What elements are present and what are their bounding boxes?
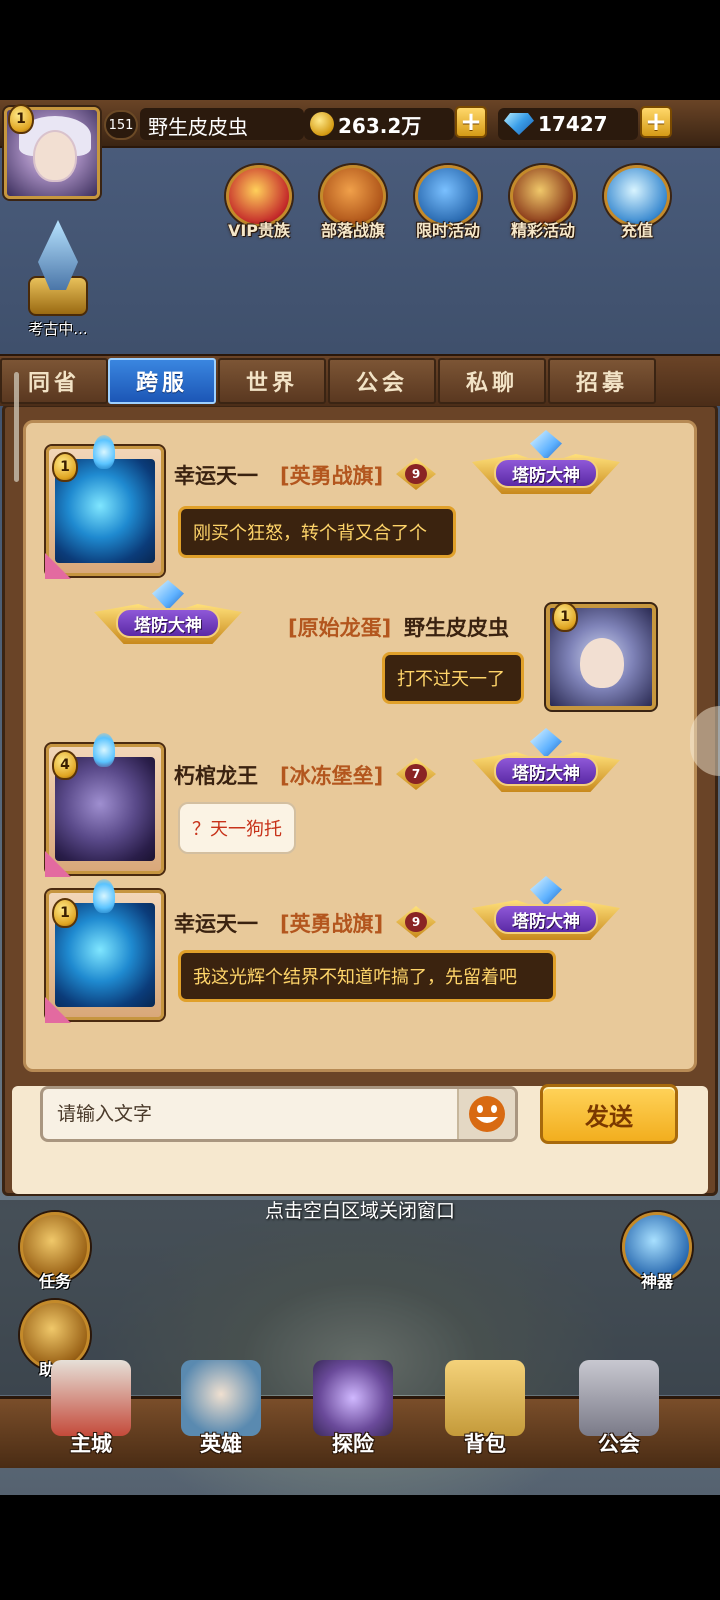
send-button[interactable]: 发送 [540,1084,678,1144]
vip-nobility-button[interactable]: VIP贵族 [214,165,304,245]
gems-amount: 17427 [538,112,608,136]
task-button[interactable]: 任务 [16,1212,94,1296]
nav-backpack-label: 背包 [464,1432,506,1456]
gold-display: 263.2万 [304,108,454,140]
nav-heroes[interactable]: 英雄 [166,1360,276,1466]
tab-recruit[interactable]: 招募 [548,358,656,404]
chat-input[interactable] [40,1086,518,1142]
featured-event-button[interactable]: 精彩活动 [498,165,588,245]
nav-explore-label: 探险 [332,1432,374,1456]
hero-icon [181,1360,261,1436]
spirit-flame-icon [93,733,115,767]
nav-main-city[interactable]: 主城 [36,1360,146,1466]
title-badge: 塔防大神 [472,728,620,806]
vip-level: 9 [405,912,427,932]
sender-rank-badge: 1 [52,898,78,928]
crystal-icon [530,876,562,906]
title-text: 塔防大神 [494,904,598,934]
vip-level: 9 [405,464,427,484]
gold-coin-icon [310,112,334,136]
task-label: 任务 [38,1272,71,1291]
tribe-banner-label: 部落战旗 [320,221,385,240]
gold-amount: 263.2万 [338,113,422,138]
archaeology-button[interactable]: 考古中... [8,220,108,350]
message-bubble[interactable]: 打不过天一了 [382,652,524,704]
sender-name[interactable]: 幸运天一 [174,908,258,938]
nav-heroes-label: 英雄 [200,1432,242,1456]
nav-backpack[interactable]: 背包 [430,1360,540,1466]
guild-tower-icon [579,1360,659,1436]
title-badge: 塔防大神 [472,430,620,508]
artifact-button[interactable]: 神器 [618,1212,696,1296]
avatar-face [33,130,77,182]
add-gold-button[interactable]: + [455,106,487,138]
artifact-label: 神器 [640,1272,673,1291]
tab-guild[interactable]: 公会 [328,358,436,404]
title-text: 塔防大神 [494,458,598,488]
recharge-label: 充值 [620,221,653,240]
spirit-flame-icon [93,435,115,469]
sender-name[interactable]: 幸运天一 [174,460,258,490]
emoji-button[interactable] [457,1089,515,1139]
scrollbar[interactable] [14,372,19,482]
add-gems-button[interactable]: + [640,106,672,138]
player-name: 野生皮皮虫 [140,108,304,140]
smiley-icon [469,1096,505,1132]
vip-level: 7 [405,764,427,784]
message-bubble[interactable]: ？天一狗托 [178,802,296,854]
portal-icon [313,1360,393,1436]
sender-name[interactable]: 野生皮皮虫 [404,612,509,642]
message-bubble[interactable]: 我这光辉个结界不知道咋搞了，先留着吧 [178,950,556,1002]
archaeology-label: 考古中... [28,320,88,338]
crystal-icon [152,580,184,610]
nav-explore[interactable]: 探险 [298,1360,408,1466]
crystal-icon [530,728,562,758]
self-face [580,638,624,688]
nav-guild-label: 公会 [598,1432,640,1456]
crystal-icon [530,430,562,460]
sender-guild: [原始龙蛋] [288,616,392,640]
sender-rank-badge: 1 [52,452,78,482]
title-text: 塔防大神 [494,756,598,786]
title-badge: 塔防大神 [94,580,242,658]
player-level: 151 [104,110,138,140]
tribe-banner-button[interactable]: 部落战旗 [308,165,398,245]
nav-main-city-label: 主城 [70,1432,112,1456]
nav-guild[interactable]: 公会 [564,1360,674,1466]
limited-event-button[interactable]: 限时活动 [403,165,493,245]
message-bubble[interactable]: 刚买个狂怒，转个背又合了个 [178,506,456,558]
sender-guild: [英勇战旗] [280,912,384,936]
gems-display: 17427 [498,108,638,140]
featured-event-label: 精彩活动 [510,221,575,240]
backpack-icon [445,1360,525,1436]
sender-name[interactable]: 朽棺龙王 [174,760,258,790]
title-badge: 塔防大神 [472,876,620,954]
gem-icon [504,113,534,135]
sender-guild: [冰冻堡垒] [280,764,384,788]
player-rank-badge: 1 [8,104,34,134]
close-window-hint: 点击空白区域关闭窗口 [264,1200,455,1222]
title-text: 塔防大神 [116,608,220,638]
spirit-flame-icon [93,879,115,913]
sender-rank-badge: 4 [52,750,78,780]
vip-nobility-label: VIP贵族 [227,221,291,240]
limited-event-label: 限时活动 [415,221,480,240]
recharge-button[interactable]: 充值 [592,165,682,245]
self-rank-badge: 1 [552,602,578,632]
tab-cross-server[interactable]: 跨服 [108,358,216,404]
sender-guild: [英勇战旗] [280,464,384,488]
tab-world[interactable]: 世界 [218,358,326,404]
tab-private[interactable]: 私聊 [438,358,546,404]
castle-icon [51,1360,131,1436]
